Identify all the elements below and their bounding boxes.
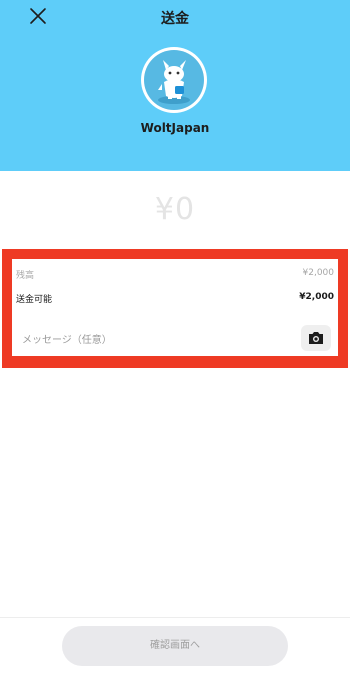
available-label: 送金可能 (16, 295, 53, 305)
avatar (141, 47, 207, 113)
amount-display[interactable]: ¥0 (0, 192, 350, 227)
confirm-button[interactable]: 確認画面へ (62, 626, 288, 666)
footer-divider (0, 617, 350, 618)
camera-button[interactable] (301, 325, 331, 351)
balance-label: 残高 (16, 271, 35, 281)
camera-icon (309, 332, 323, 344)
header: 送金 WoltJapan (0, 0, 350, 171)
page-title: 送金 (161, 11, 189, 27)
balance-value: ¥2,000 (302, 268, 335, 278)
available-value: ¥2,000 (299, 292, 334, 302)
message-input[interactable]: メッセージ（任意） (22, 331, 112, 346)
recipient-name: WoltJapan (140, 121, 210, 135)
balance-panel: 残高 ¥2,000 送金可能 ¥2,000 メッセージ（任意） (12, 259, 338, 356)
wolt-mascot-avatar-icon (144, 50, 204, 110)
